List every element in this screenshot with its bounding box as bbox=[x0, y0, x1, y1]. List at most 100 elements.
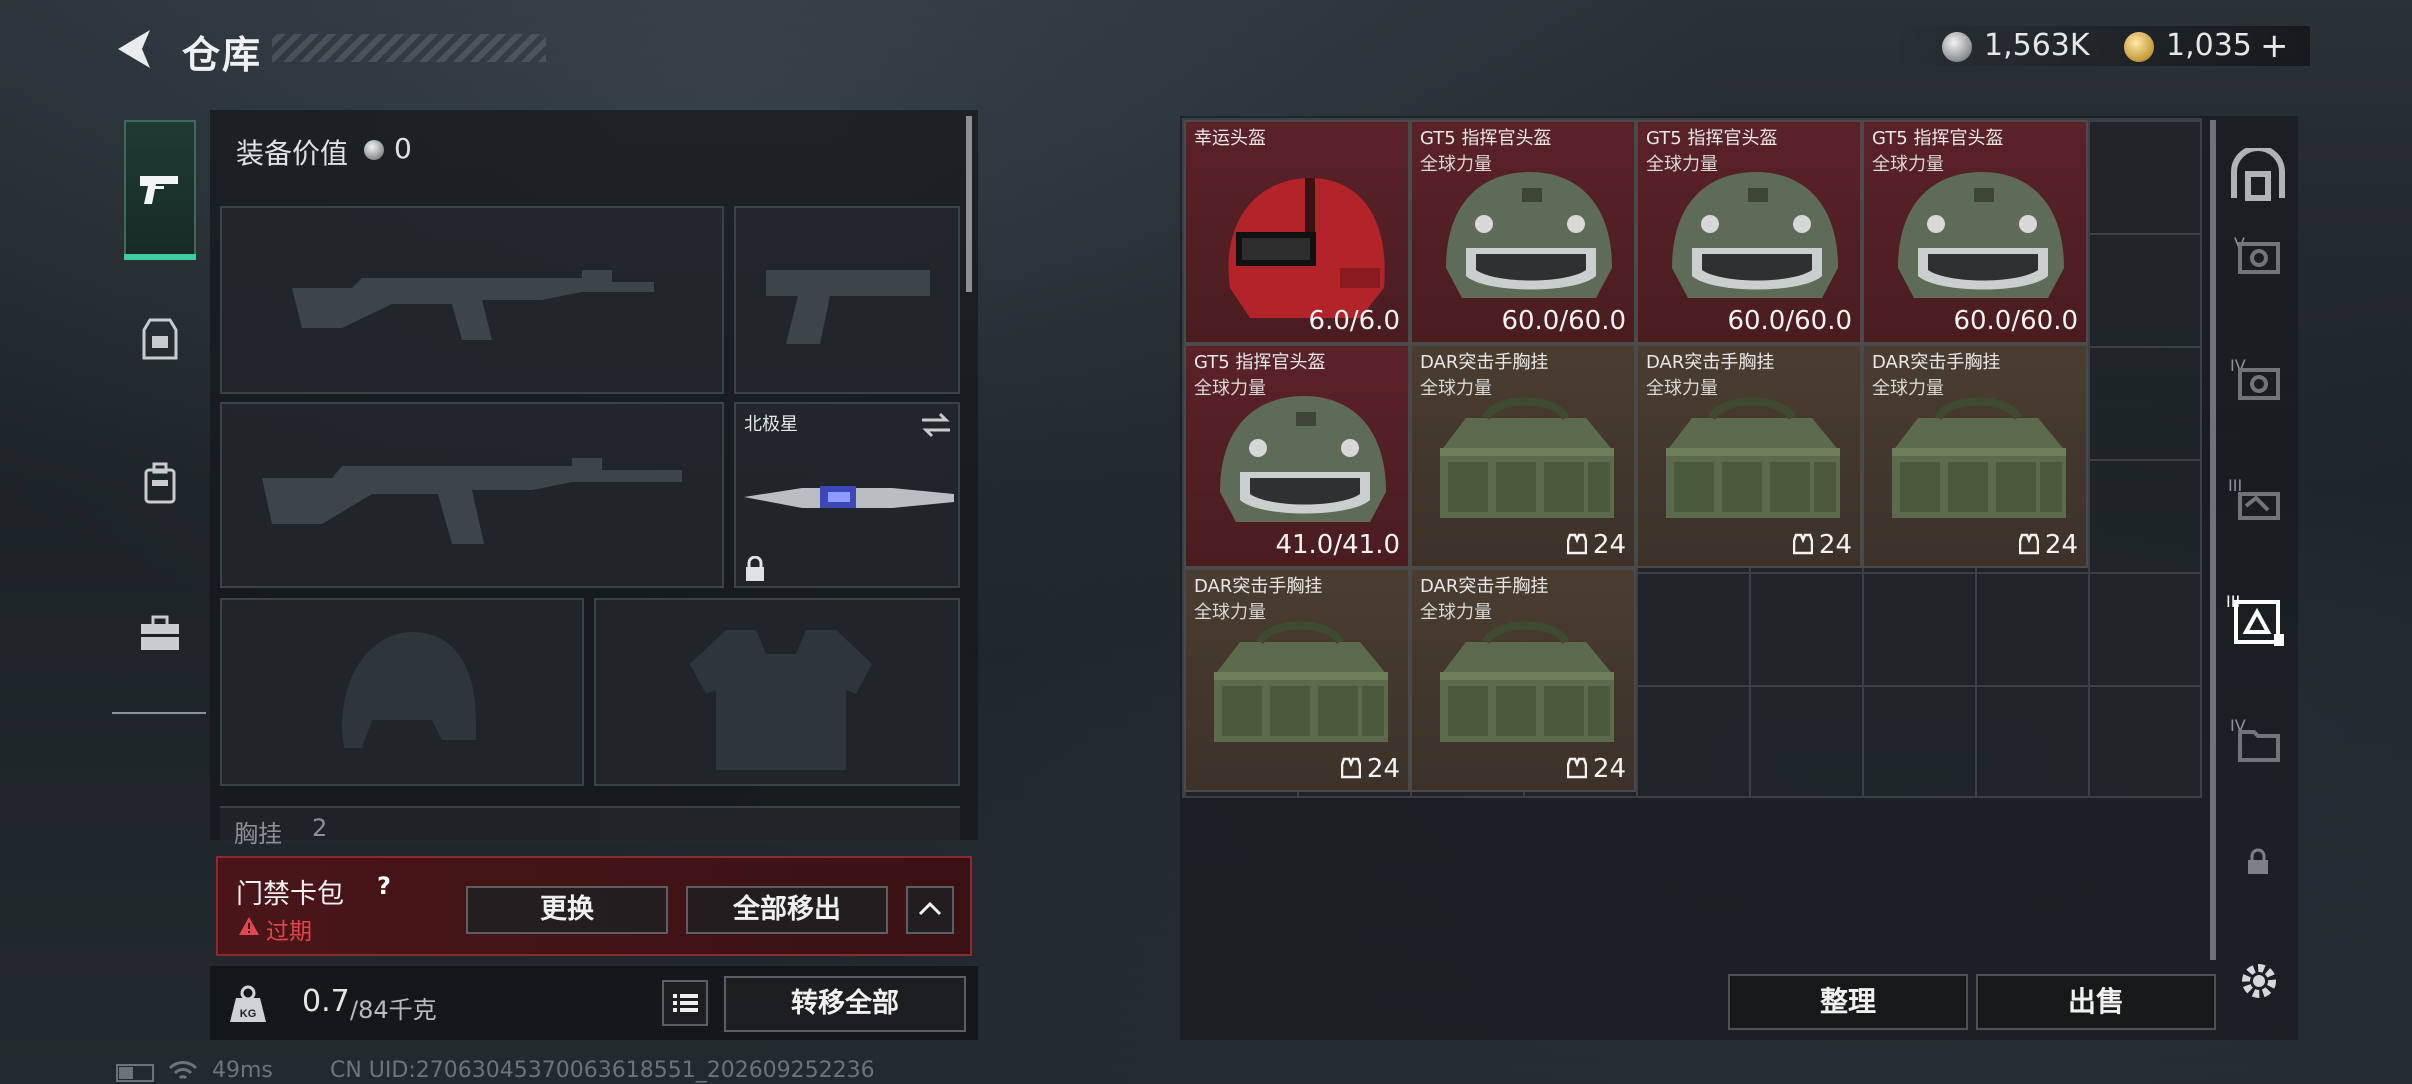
tab-toolbox[interactable] bbox=[138, 614, 182, 654]
vest-capacity-icon bbox=[1792, 533, 1814, 555]
remove-all-button[interactable]: 全部移出 bbox=[686, 886, 888, 934]
item-name: GT5 指挥官头盔 bbox=[1420, 128, 1552, 149]
weight-icon: KG bbox=[230, 985, 266, 1022]
gold-coin-icon bbox=[2124, 32, 2154, 62]
storage-item[interactable]: GT5 指挥官头盔 全球力量 41.0/41.0 bbox=[1184, 344, 1410, 568]
item-capacity: 24 bbox=[1566, 754, 1626, 784]
locked-tab-icon bbox=[2248, 848, 2268, 874]
access-card-tab-icon[interactable] bbox=[2230, 594, 2286, 650]
chest-rig-icon bbox=[1440, 397, 1614, 518]
item-name: DAR突击手胸挂 bbox=[1646, 352, 1775, 373]
chevron-up-icon bbox=[918, 901, 942, 916]
backpack-tier-v-icon[interactable] bbox=[2232, 230, 2284, 282]
storage-item[interactable]: GT5 指挥官头盔 全球力量 60.0/60.0 bbox=[1636, 120, 1862, 344]
replace-button[interactable]: 更换 bbox=[466, 886, 668, 934]
rifle-icon bbox=[262, 458, 682, 544]
settings-gear-icon[interactable] bbox=[2236, 958, 2282, 1004]
swap-icon[interactable] bbox=[920, 412, 952, 438]
helmet-silhouette-icon bbox=[342, 632, 476, 748]
add-currency-button[interactable]: + bbox=[2260, 26, 2289, 66]
silver-currency-value: 1,563K bbox=[1984, 28, 2090, 63]
melee-name: 北极星 bbox=[744, 414, 798, 435]
item-capacity: 24 bbox=[1340, 754, 1400, 784]
armor-slot[interactable] bbox=[594, 598, 960, 786]
collapse-button[interactable] bbox=[906, 886, 954, 934]
pistol-slot[interactable] bbox=[734, 206, 960, 394]
storage-item[interactable]: DAR突击手胸挂 全球力量 24 bbox=[1410, 344, 1636, 568]
storage-scrollbar[interactable] bbox=[2210, 120, 2216, 960]
tactical-helmet-icon bbox=[1672, 172, 1838, 298]
access-card-label: 门禁卡包 bbox=[236, 879, 344, 910]
storage-item[interactable]: GT5 指挥官头盔 全球力量 60.0/60.0 bbox=[1410, 120, 1636, 344]
storage-item[interactable]: DAR突击手胸挂 全球力量 24 bbox=[1862, 344, 2088, 568]
item-name: GT5 指挥官头盔 bbox=[1194, 352, 1326, 373]
vest-capacity-icon bbox=[1566, 533, 1588, 555]
list-icon bbox=[673, 994, 698, 1012]
folder-tier-iv-icon[interactable] bbox=[2232, 716, 2284, 768]
rail-divider bbox=[112, 712, 206, 714]
tactical-helmet-icon bbox=[1898, 172, 2064, 298]
pistol-icon bbox=[140, 176, 178, 204]
sell-button[interactable]: 出售 bbox=[1976, 974, 2216, 1030]
vest-capacity-icon bbox=[1566, 757, 1588, 779]
item-durability: 60.0/60.0 bbox=[1953, 306, 2078, 336]
item-faction: 全球力量 bbox=[1194, 378, 1266, 399]
tab-armor[interactable] bbox=[140, 318, 180, 362]
tab-weapons-indicator bbox=[124, 254, 196, 260]
item-capacity: 24 bbox=[2018, 530, 2078, 560]
vest-capacity-icon bbox=[2018, 533, 2040, 555]
sort-button[interactable]: 整理 bbox=[1728, 974, 1968, 1030]
transfer-all-button[interactable]: 转移全部 bbox=[724, 976, 966, 1032]
item-name: DAR突击手胸挂 bbox=[1420, 352, 1549, 373]
primary-weapon-slot[interactable] bbox=[220, 206, 724, 394]
item-name: DAR突击手胸挂 bbox=[1420, 576, 1549, 597]
chest-rig-icon bbox=[1666, 397, 1840, 518]
storage-tab-icon[interactable] bbox=[2230, 148, 2286, 204]
helmet-slot[interactable] bbox=[220, 598, 584, 786]
battery-icon bbox=[116, 1064, 154, 1082]
item-name: DAR突击手胸挂 bbox=[1872, 352, 2001, 373]
back-button[interactable] bbox=[112, 26, 156, 72]
storage-item[interactable]: GT5 指挥官头盔 全球力量 60.0/60.0 bbox=[1862, 120, 2088, 344]
chest-rig-icon bbox=[1440, 621, 1614, 742]
lock-icon bbox=[746, 556, 764, 581]
back-arrow-icon bbox=[118, 30, 150, 68]
item-name: DAR突击手胸挂 bbox=[1194, 576, 1323, 597]
list-view-button[interactable] bbox=[662, 980, 708, 1026]
ping-value: 49ms bbox=[212, 1058, 273, 1083]
item-capacity-value: 24 bbox=[1592, 530, 1626, 560]
vest-silhouette-icon bbox=[690, 630, 872, 770]
chest-rig-icon bbox=[1892, 397, 2066, 518]
item-name: 幸运头盔 bbox=[1194, 128, 1266, 149]
item-faction: 全球力量 bbox=[1420, 602, 1492, 623]
storage-item[interactable]: DAR突击手胸挂 全球力量 24 bbox=[1636, 344, 1862, 568]
chest-rig-icon bbox=[1214, 621, 1388, 742]
capacity-used: 0.7 bbox=[302, 984, 350, 1019]
item-faction: 全球力量 bbox=[1194, 602, 1266, 623]
secondary-weapon-slot[interactable] bbox=[220, 402, 724, 588]
vest-capacity-icon bbox=[1340, 757, 1362, 779]
loadout-scrollbar[interactable] bbox=[966, 116, 972, 292]
melee-slot[interactable]: 北极星 bbox=[734, 402, 960, 588]
item-capacity: 24 bbox=[1566, 530, 1626, 560]
storage-item[interactable]: 幸运头盔 6.0/6.0 bbox=[1184, 120, 1410, 344]
title-decoration bbox=[272, 34, 546, 62]
weight-icon-label: KG bbox=[240, 1008, 257, 1020]
storage-item[interactable]: DAR突击手胸挂 全球力量 24 bbox=[1410, 568, 1636, 792]
pistol-silhouette-icon bbox=[766, 270, 930, 344]
item-capacity-value: 24 bbox=[1366, 754, 1400, 784]
item-faction: 全球力量 bbox=[1420, 154, 1492, 175]
item-durability: 60.0/60.0 bbox=[1501, 306, 1626, 336]
storage-item[interactable]: DAR突击手胸挂 全球力量 24 bbox=[1184, 568, 1410, 792]
help-button[interactable]: ? bbox=[368, 870, 400, 902]
case-tier-iii-icon[interactable] bbox=[2232, 476, 2284, 528]
item-capacity: 24 bbox=[1792, 530, 1852, 560]
tab-backpack[interactable] bbox=[140, 462, 180, 506]
lucky-helmet-icon bbox=[1228, 178, 1385, 318]
page-title: 仓库 bbox=[182, 33, 263, 77]
item-durability: 41.0/41.0 bbox=[1275, 530, 1400, 560]
item-durability: 6.0/6.0 bbox=[1308, 306, 1400, 336]
backpack-tier-iv-icon[interactable] bbox=[2232, 356, 2284, 408]
item-faction: 全球力量 bbox=[1646, 378, 1718, 399]
gold-currency-value: 1,035 bbox=[2166, 28, 2252, 63]
